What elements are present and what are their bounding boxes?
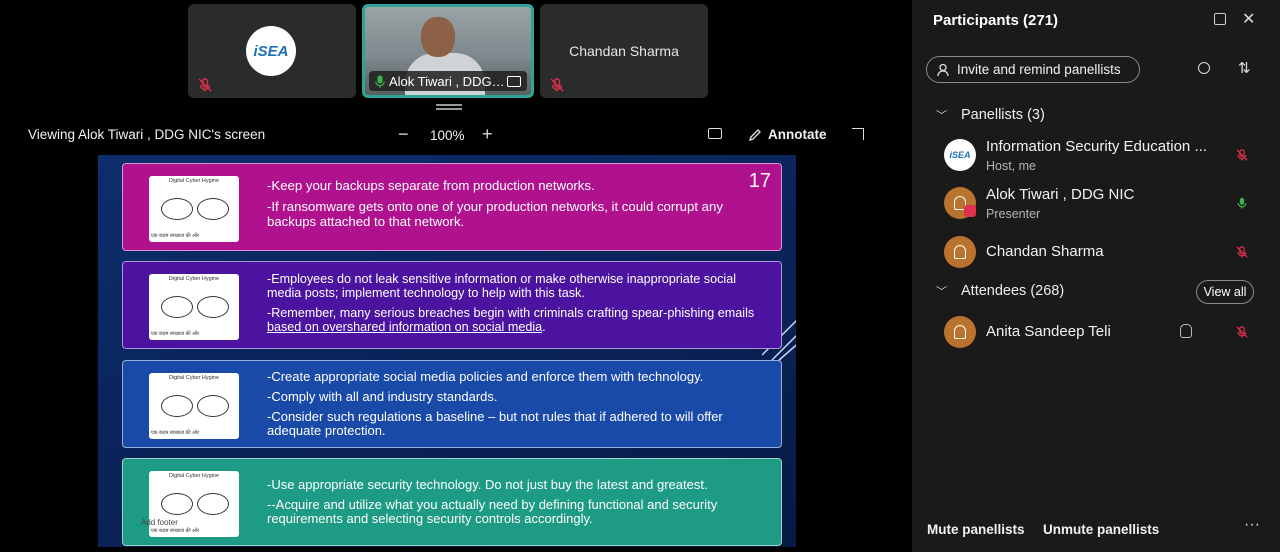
avatar xyxy=(944,316,976,348)
mic-muted-icon[interactable] xyxy=(1236,326,1248,338)
cyber-hygiene-thumbnail: Digital Cyber Hygine एक कदम स्वच्छता की … xyxy=(149,471,239,537)
panellist-row[interactable]: iSEA Information Security Education ... … xyxy=(944,135,1260,175)
glasses-left xyxy=(161,395,193,417)
sort-icon[interactable]: ⇅ xyxy=(1238,59,1251,77)
participant-name: Information Security Education ... xyxy=(986,138,1207,155)
zoom-in-button[interactable]: + xyxy=(482,124,493,145)
video-tile-host[interactable]: iSEA xyxy=(188,4,356,98)
glasses-left xyxy=(161,198,193,220)
participants-panel: Participants (271) ✕ Invite and remind p… xyxy=(912,0,1280,552)
close-icon[interactable]: ✕ xyxy=(1242,9,1255,29)
participant-name: Alok Tiwari , DDG NIC xyxy=(986,186,1135,203)
meeting-window: iSEA Alok Tiwari , DDG NIC Chandan Sharm… xyxy=(0,0,1280,552)
unmute-panellists-button[interactable]: Unmute panellists xyxy=(1043,522,1159,537)
viewing-label: Viewing Alok Tiwari , DDG NIC's screen xyxy=(28,127,266,142)
pen-icon xyxy=(748,128,761,141)
person-add-icon xyxy=(937,63,949,76)
card-text: -Create appropriate social media policie… xyxy=(267,369,723,438)
presenter-name-chip: Alok Tiwari , DDG NIC xyxy=(369,71,527,91)
chevron-down-icon: ﹀ xyxy=(936,286,947,298)
glasses-left xyxy=(161,493,193,515)
panel-title: Participants (271) xyxy=(933,12,1059,29)
isea-logo: iSEA xyxy=(246,26,296,76)
drag-handle[interactable] xyxy=(436,104,462,110)
avatar: iSEA xyxy=(944,139,976,171)
mic-active-icon xyxy=(375,75,385,88)
slide-card-technology: Digital Cyber Hygine एक कदम स्वच्छता की … xyxy=(122,458,782,546)
cyber-hygiene-thumbnail: Digital Cyber Hygine एक कदम स्वच्छता की … xyxy=(149,373,239,439)
card-text: -Employees do not leak sensitive informa… xyxy=(267,272,755,334)
avatar xyxy=(944,236,976,268)
zoom-out-button[interactable]: − xyxy=(398,124,409,145)
screen-share-icon xyxy=(507,75,521,87)
glasses-right xyxy=(197,395,229,417)
footer-placeholder: Add footer xyxy=(141,518,178,527)
slide-card-backups: Digital Cyber Hygine एक कदम स्वच्छता की … xyxy=(122,163,782,251)
presenter-head xyxy=(421,17,455,57)
participant-name: Chandan Sharma xyxy=(986,243,1104,260)
monitor-icon[interactable] xyxy=(708,128,722,139)
panellist-row[interactable]: Chandan Sharma xyxy=(944,232,1260,272)
mic-muted-icon xyxy=(198,78,212,92)
glasses-right xyxy=(197,493,229,515)
invite-label: Invite and remind panellists xyxy=(957,62,1121,77)
mic-muted-icon xyxy=(550,78,564,92)
card-text: -Keep your backups separate from product… xyxy=(267,178,723,229)
annotate-label: Annotate xyxy=(768,127,827,142)
glasses-right xyxy=(197,296,229,318)
attendees-header[interactable]: ﹀ Attendees (268) xyxy=(936,283,1064,299)
participant-name: Chandan Sharma xyxy=(569,43,679,59)
mute-panellists-button[interactable]: Mute panellists xyxy=(927,522,1025,537)
card-text: -Use appropriate security technology. Do… xyxy=(267,477,718,526)
attendee-row[interactable]: Anita Sandeep Teli xyxy=(944,312,1260,352)
person-icon xyxy=(954,245,966,259)
person-icon xyxy=(954,325,966,339)
presenter-name: Alok Tiwari , DDG NIC xyxy=(389,73,507,89)
view-all-button[interactable]: View all xyxy=(1196,280,1254,304)
mic-active-icon[interactable] xyxy=(1236,197,1248,209)
video-tile-presenter[interactable]: Alok Tiwari , DDG NIC xyxy=(362,4,534,98)
mic-muted-icon[interactable] xyxy=(1236,246,1248,258)
popout-icon[interactable] xyxy=(1214,13,1226,25)
participant-name: Anita Sandeep Teli xyxy=(986,323,1111,340)
panellists-header[interactable]: ﹀ Panellists (3) xyxy=(936,107,1045,123)
more-options-icon[interactable]: ··· xyxy=(1244,516,1260,534)
mic-muted-icon[interactable] xyxy=(1236,149,1248,161)
search-icon[interactable] xyxy=(1198,62,1210,74)
sharing-badge-icon xyxy=(964,205,976,217)
slide-card-social-media: Digital Cyber Hygine एक कदम स्वच्छता की … xyxy=(122,261,782,349)
glasses-right xyxy=(197,198,229,220)
invite-panellists-button[interactable]: Invite and remind panellists xyxy=(926,56,1140,83)
raise-hand-icon xyxy=(1180,324,1192,338)
expand-icon[interactable] xyxy=(852,128,864,140)
shared-screen-slide[interactable]: Digital Cyber Hygine एक कदम स्वच्छता की … xyxy=(98,155,796,547)
panellist-row[interactable]: Alok Tiwari , DDG NIC Presenter xyxy=(944,183,1260,223)
cyber-hygiene-thumbnail: Digital Cyber Hygine एक कदम स्वच्छता की … xyxy=(149,176,239,242)
zoom-level[interactable]: 100% xyxy=(430,128,465,143)
slide-card-policies: Digital Cyber Hygine एक कदम स्वच्छता की … xyxy=(122,360,782,448)
cyber-hygiene-thumbnail: Digital Cyber Hygine एक कदम स्वच्छता की … xyxy=(149,274,239,340)
participant-role: Host, me xyxy=(986,159,1037,173)
participant-role: Presenter xyxy=(986,207,1041,221)
video-tile-chandan[interactable]: Chandan Sharma xyxy=(540,4,708,98)
glasses-left xyxy=(161,296,193,318)
chevron-down-icon: ﹀ xyxy=(936,110,947,122)
annotate-button[interactable]: Annotate xyxy=(748,127,827,142)
